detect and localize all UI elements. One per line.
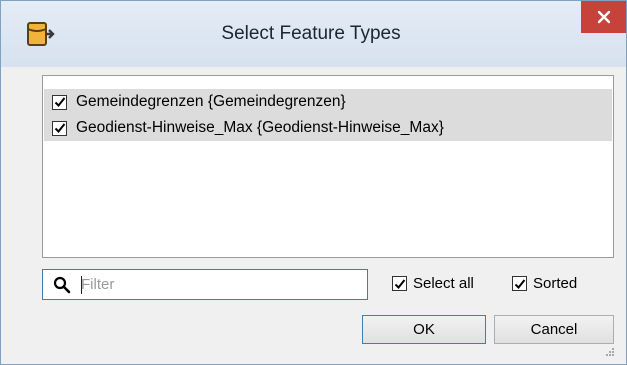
list-item-label: Geodienst-Hinweise_Max {Geodienst-Hinwei… — [76, 119, 444, 136]
close-button[interactable] — [581, 1, 626, 33]
list-item-label: Gemeindegrenzen {Gemeindegrenzen} — [76, 93, 346, 110]
feature-type-list[interactable]: Gemeindegrenzen {Gemeindegrenzen} Geodie… — [42, 75, 614, 258]
title-bar[interactable]: Select Feature Types — [1, 1, 626, 67]
check-icon — [54, 123, 65, 133]
filter-field[interactable] — [42, 269, 368, 300]
window-title: Select Feature Types — [221, 23, 401, 44]
check-icon — [514, 278, 525, 289]
check-icon — [394, 278, 405, 289]
dialog-body: Gemeindegrenzen {Gemeindegrenzen} Geodie… — [9, 67, 618, 359]
filter-input[interactable] — [81, 273, 361, 296]
dialog-window: Select Feature Types Gemeindegrenzen {Ge… — [0, 0, 627, 365]
search-icon — [53, 276, 71, 294]
sorted-label: Sorted — [533, 275, 578, 292]
sorted-checkbox[interactable] — [512, 276, 527, 291]
list-item[interactable]: Gemeindegrenzen {Gemeindegrenzen} — [44, 89, 612, 115]
close-icon — [597, 10, 610, 24]
select-all-option[interactable]: Select all — [392, 275, 474, 292]
resize-grip-icon[interactable] — [605, 347, 615, 357]
list-item[interactable]: Geodienst-Hinweise_Max {Geodienst-Hinwei… — [44, 115, 612, 141]
cancel-button[interactable]: Cancel — [494, 315, 614, 344]
item-checkbox[interactable] — [52, 94, 67, 110]
select-all-checkbox[interactable] — [392, 276, 407, 291]
database-export-icon — [27, 22, 55, 46]
check-icon — [54, 97, 65, 107]
item-checkbox[interactable] — [52, 120, 67, 136]
sorted-option[interactable]: Sorted — [512, 275, 577, 292]
select-all-label: Select all — [413, 275, 474, 292]
ok-button[interactable]: OK — [362, 315, 486, 344]
